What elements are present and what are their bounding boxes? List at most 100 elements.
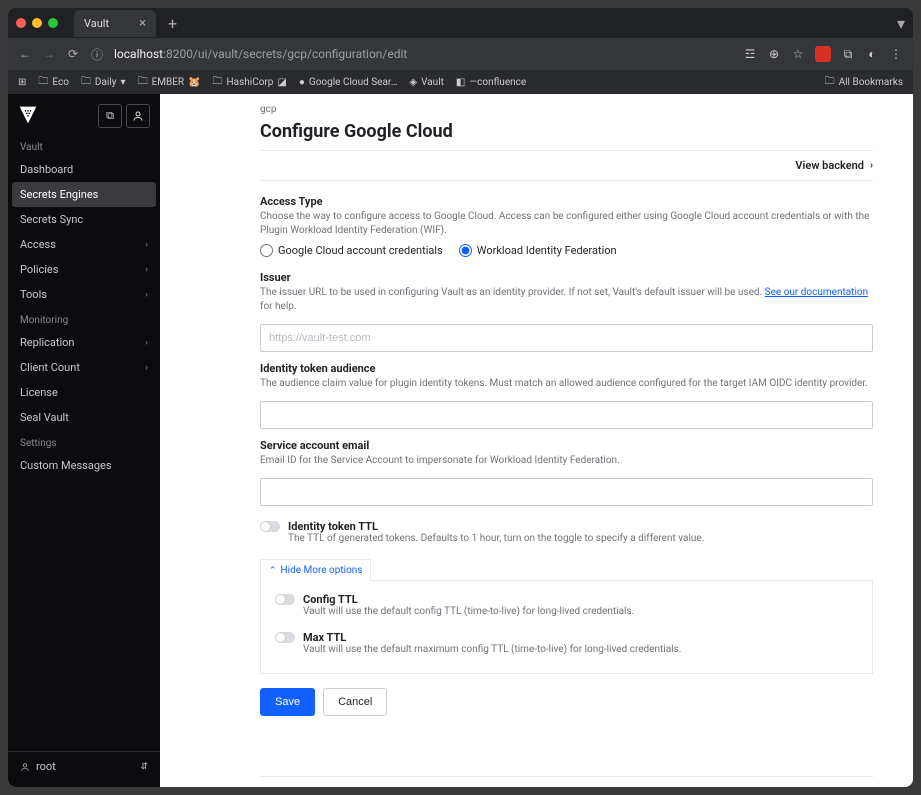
window-controls: [16, 18, 58, 28]
sidebar-group-header: Settings: [8, 430, 160, 453]
config-ttl-label: Config TTL: [303, 593, 634, 606]
apps-icon[interactable]: ⊞: [18, 77, 26, 88]
bookmark-item[interactable]: 🗀 Eco: [38, 74, 69, 91]
sidebar-item-label: Access: [20, 238, 56, 251]
close-window-icon[interactable]: [16, 18, 26, 28]
sidebar-item[interactable]: Policies ›: [8, 257, 160, 282]
save-button[interactable]: Save: [260, 688, 315, 716]
browser-tabbar: Vault × + ▾: [8, 8, 913, 38]
bookmark-item[interactable]: 🗀 EMBER 🐹: [138, 74, 201, 91]
back-icon[interactable]: ←: [18, 47, 32, 61]
radio-gcp-credentials[interactable]: Google Cloud account credentials: [260, 244, 443, 257]
all-bookmarks[interactable]: 🗀 All Bookmarks: [825, 74, 903, 91]
config-ttl-help: Vault will use the default config TTL (t…: [303, 606, 634, 617]
chevron-right-icon: ›: [870, 160, 873, 171]
sidebar-item-label: Secrets Sync: [20, 213, 83, 226]
user-button[interactable]: [126, 104, 150, 128]
access-type-label: Access Type: [260, 195, 873, 208]
max-ttl-help: Vault will use the default maximum confi…: [303, 644, 681, 655]
browser-tab[interactable]: Vault ×: [74, 10, 156, 37]
sidebar-item[interactable]: Access›: [8, 232, 160, 257]
extension-icon[interactable]: [815, 46, 831, 62]
issuer-help: The issuer URL to be used in configuring…: [260, 286, 873, 314]
sa-email-label: Service account email: [260, 439, 873, 452]
more-options-toggle[interactable]: ⌃ Hide More options: [260, 559, 371, 581]
config-ttl-toggle[interactable]: [275, 594, 295, 605]
url-host: localhost: [114, 47, 163, 61]
sidebar-item-label: Secrets Engines: [20, 188, 98, 201]
menu-icon[interactable]: ⋮: [889, 47, 903, 61]
collapse-icon[interactable]: ⇵: [140, 762, 148, 772]
close-tab-icon[interactable]: ×: [139, 16, 146, 31]
cancel-button[interactable]: Cancel: [323, 688, 387, 716]
url-field[interactable]: localhost:8200/ui/vault/secrets/gcp/conf…: [114, 47, 733, 61]
chevron-right-icon: ›: [145, 363, 148, 373]
chevron-right-icon: ›: [145, 265, 148, 275]
current-user: root: [36, 760, 56, 773]
bookmark-item[interactable]: ◧ —confluence: [456, 77, 526, 88]
identity-token-ttl-toggle[interactable]: [260, 521, 280, 532]
audience-input[interactable]: [260, 401, 873, 429]
chevron-down-icon[interactable]: ▾: [897, 14, 905, 33]
star-icon[interactable]: ☆: [791, 47, 805, 61]
bookmark-item[interactable]: ◈ Vault: [409, 77, 444, 88]
sidebar-item-label: Seal Vault: [20, 411, 69, 424]
audience-label: Identity token audience: [260, 362, 873, 375]
breadcrumb[interactable]: gcp: [260, 104, 873, 115]
sidebar-item[interactable]: License: [8, 380, 160, 405]
console-button[interactable]: ⧉: [98, 104, 122, 128]
sidebar-group-header: Vault: [8, 134, 160, 157]
sidebar-item[interactable]: Tools›: [8, 282, 160, 307]
chevron-right-icon: ›: [145, 338, 148, 348]
maximize-window-icon[interactable]: [48, 18, 58, 28]
issuer-label: Issuer: [260, 271, 873, 284]
main-content: gcp Configure Google Cloud View backend …: [160, 94, 913, 787]
view-backend-link[interactable]: View backend: [795, 159, 864, 172]
max-ttl-label: Max TTL: [303, 631, 681, 644]
bookmarks-bar: ⊞ 🗀 Eco 🗀 Daily ▾ 🗀 EMBER 🐹 🗀 HashiCorp …: [8, 70, 913, 94]
issuer-doc-link[interactable]: See our documentation: [765, 287, 868, 298]
sidebar-item-label: Dashboard: [20, 163, 73, 176]
new-tab-button[interactable]: +: [162, 14, 183, 33]
url-path: :8200/ui/vault/secrets/gcp/configuration…: [163, 47, 407, 61]
sidebar-item[interactable]: Replication›: [8, 330, 160, 355]
bookmark-item[interactable]: ● Google Cloud Sear…: [299, 77, 398, 88]
bookmark-item[interactable]: 🗀 HashiCorp ◪: [213, 74, 287, 91]
chevron-up-icon: ⌃: [269, 566, 277, 576]
audience-help: The audience claim value for plugin iden…: [260, 377, 873, 391]
identity-token-ttl-help: The TTL of generated tokens. Defaults to…: [288, 533, 704, 544]
bookmark-item[interactable]: 🗀 Daily ▾: [81, 74, 126, 91]
sidebar-item-label: Client Count: [20, 361, 80, 374]
sa-email-input[interactable]: [260, 478, 873, 506]
access-type-help: Choose the way to configure access to Go…: [260, 210, 873, 238]
sidebar-item[interactable]: Dashboard: [8, 157, 160, 182]
identity-token-ttl-label: Identity token TTL: [288, 520, 704, 533]
sidebar-item[interactable]: Secrets Sync: [8, 207, 160, 232]
sidebar-item[interactable]: Custom Messages: [8, 453, 160, 478]
sidebar-item-label: Custom Messages: [20, 459, 112, 472]
sidebar-group-header: Monitoring: [8, 307, 160, 330]
reload-icon[interactable]: ⟳: [66, 47, 80, 61]
chevron-right-icon: ›: [145, 290, 148, 300]
sidebar-item-label: License: [20, 386, 58, 399]
sidebar-item[interactable]: Seal Vault: [8, 405, 160, 430]
forward-icon[interactable]: →: [42, 47, 56, 61]
profile-icon[interactable]: ◐: [865, 47, 879, 61]
sidebar-item[interactable]: Secrets Engines: [12, 182, 156, 207]
browser-address-bar: ← → ⟳ ⓘ localhost:8200/ui/vault/secrets/…: [8, 38, 913, 70]
zoom-icon[interactable]: ⊕: [767, 47, 781, 61]
site-info-icon[interactable]: ⓘ: [90, 46, 104, 63]
issuer-input[interactable]: [260, 324, 873, 352]
sidebar-footer[interactable]: root ⇵: [8, 751, 160, 781]
sidebar-item[interactable]: Client Count ›: [8, 355, 160, 380]
sidebar-item-label: Policies: [20, 263, 58, 276]
app-sidebar: ⧉ Vault Dashboard Secrets Engines Secrets S…: [8, 94, 160, 787]
translate-icon[interactable]: ☲: [743, 47, 757, 61]
radio-wif[interactable]: Workload Identity Federation: [459, 244, 617, 257]
max-ttl-toggle[interactable]: [275, 632, 295, 643]
vault-logo-icon[interactable]: [18, 105, 38, 128]
user-icon: [20, 762, 30, 772]
extensions-icon[interactable]: ⧉: [841, 47, 855, 61]
tab-title: Vault: [84, 17, 109, 30]
minimize-window-icon[interactable]: [32, 18, 42, 28]
